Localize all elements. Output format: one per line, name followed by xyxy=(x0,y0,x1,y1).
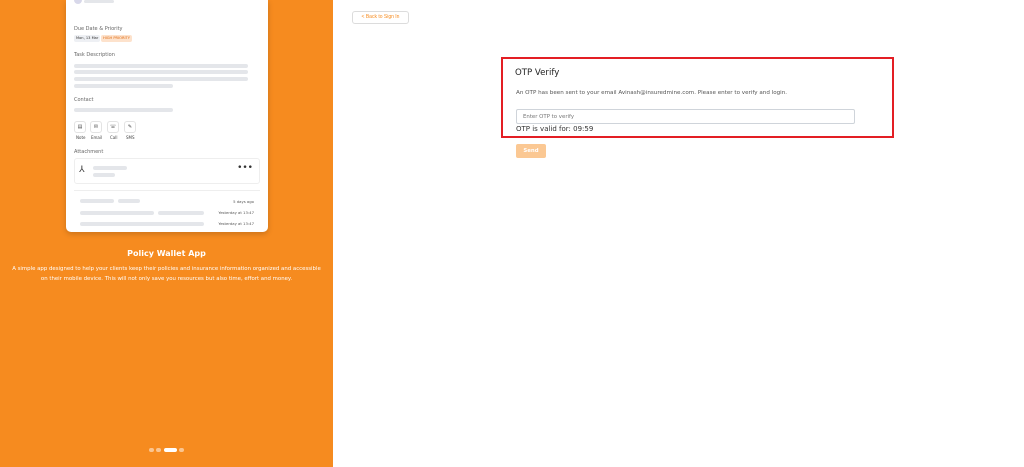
activity-time: Yesterday at 13:47 xyxy=(218,221,254,226)
sms-icon: ✎ xyxy=(124,121,136,133)
back-to-sign-in-button[interactable]: < Back to Sign In xyxy=(352,11,409,24)
attachment-label: Attachment xyxy=(74,149,104,155)
showcase-panel: Due Date & Priority Mon, 13 Mar HIGH PRI… xyxy=(0,0,333,467)
text-placeholder xyxy=(74,84,173,88)
showcase-title: Policy Wallet App xyxy=(127,249,206,258)
activity-time: Yesterday at 13:47 xyxy=(218,210,254,215)
pdf-icon: ⅄ xyxy=(79,165,85,175)
otp-title: OTP Verify xyxy=(515,68,560,78)
activity-placeholder xyxy=(118,199,140,203)
contact-label: Contact xyxy=(74,97,94,103)
contact-placeholder xyxy=(74,108,173,112)
otp-message: An OTP has been sent to your email Avina… xyxy=(516,90,788,96)
due-date-chip: Mon, 13 Mar xyxy=(74,35,101,42)
more-icon: ••• xyxy=(237,163,253,173)
filesize-placeholder xyxy=(93,173,115,177)
carousel-dot-active[interactable] xyxy=(164,448,177,452)
task-preview-card: Due Date & Priority Mon, 13 Mar HIGH PRI… xyxy=(66,0,268,232)
task-description-label: Task Description xyxy=(74,52,115,58)
activity-time: 5 days ago xyxy=(233,199,254,204)
text-placeholder xyxy=(74,77,248,81)
header-placeholder xyxy=(84,0,114,3)
carousel-dot[interactable] xyxy=(179,448,184,452)
sms-action-label: SMS xyxy=(126,135,135,140)
due-date-label: Due Date & Priority xyxy=(74,26,123,32)
activity-placeholder xyxy=(80,199,114,203)
phone-icon: ☏ xyxy=(107,121,119,133)
otp-validity-timer: OTP is valid for: 09:59 xyxy=(516,125,594,133)
carousel-dot[interactable] xyxy=(149,448,154,452)
activity-placeholder xyxy=(80,211,154,215)
filename-placeholder xyxy=(93,166,127,170)
note-icon: ▤ xyxy=(74,121,86,133)
activity-placeholder xyxy=(158,211,204,215)
note-action-label: Note xyxy=(76,135,86,140)
text-placeholder xyxy=(74,64,248,68)
priority-badge: HIGH PRIORITY xyxy=(101,35,132,42)
text-placeholder xyxy=(74,70,248,74)
email-action-label: Email xyxy=(91,135,103,140)
avatar xyxy=(74,0,82,4)
attachment-row: ⅄ ••• xyxy=(74,158,260,184)
carousel-dot[interactable] xyxy=(156,448,161,452)
activity-placeholder xyxy=(80,222,204,226)
showcase-description: A simple app designed to help your clien… xyxy=(12,266,321,282)
divider xyxy=(74,190,260,191)
send-button[interactable]: Send xyxy=(516,144,546,158)
mail-icon: ✉ xyxy=(90,121,102,133)
call-action-label: Call xyxy=(110,135,118,140)
otp-input[interactable] xyxy=(516,109,855,124)
